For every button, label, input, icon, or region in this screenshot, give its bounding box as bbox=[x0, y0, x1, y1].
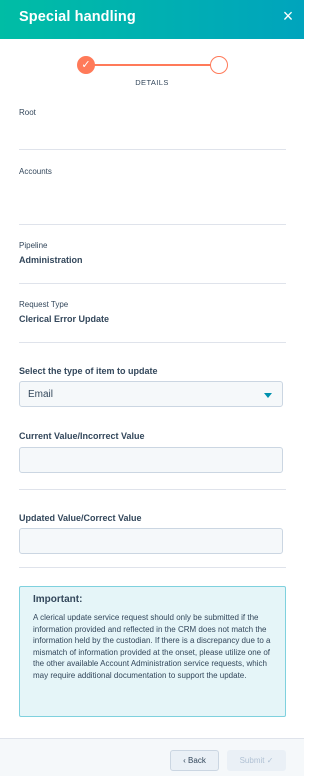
step-label-details: DETAILS bbox=[135, 78, 169, 87]
important-notice: Important: A clerical update service req… bbox=[19, 586, 286, 717]
request-type-label: Request Type bbox=[19, 300, 69, 309]
divider bbox=[19, 567, 286, 568]
divider bbox=[19, 489, 286, 490]
request-type-value: Clerical Error Update bbox=[19, 314, 110, 324]
notice-body: A clerical update service request should… bbox=[33, 613, 271, 680]
current-value-input[interactable] bbox=[19, 447, 283, 473]
divider bbox=[19, 149, 286, 150]
close-icon[interactable]: × bbox=[278, 6, 298, 26]
accounts-label: Accounts bbox=[19, 167, 52, 176]
panel-footer: ‹ Back Submit ✓ bbox=[0, 738, 304, 776]
caret-down-icon bbox=[264, 393, 272, 398]
divider bbox=[19, 224, 286, 225]
step-circle-icon bbox=[210, 56, 228, 74]
stepper-line bbox=[86, 64, 219, 66]
pipeline-value: Administration bbox=[19, 255, 83, 265]
progress-stepper: ✓ DETAILS bbox=[0, 54, 304, 94]
submit-button[interactable]: Submit ✓ bbox=[227, 750, 286, 771]
root-label: Root bbox=[19, 108, 36, 117]
step-complete-check-icon: ✓ bbox=[77, 56, 95, 74]
updated-value-input[interactable] bbox=[19, 528, 283, 554]
item-type-select[interactable]: Email bbox=[19, 381, 283, 407]
panel-title: Special handling bbox=[19, 9, 136, 25]
back-button[interactable]: ‹ Back bbox=[170, 750, 219, 771]
item-type-label: Select the type of item to update bbox=[19, 366, 158, 376]
current-value-label: Current Value/Incorrect Value bbox=[19, 431, 145, 441]
pipeline-label: Pipeline bbox=[19, 241, 48, 250]
divider bbox=[19, 283, 286, 284]
panel-header: Special handling × bbox=[0, 0, 304, 39]
divider bbox=[19, 342, 286, 343]
item-type-selected-value: Email bbox=[28, 389, 54, 400]
updated-value-label: Updated Value/Correct Value bbox=[19, 513, 142, 523]
notice-title: Important: bbox=[33, 594, 83, 605]
